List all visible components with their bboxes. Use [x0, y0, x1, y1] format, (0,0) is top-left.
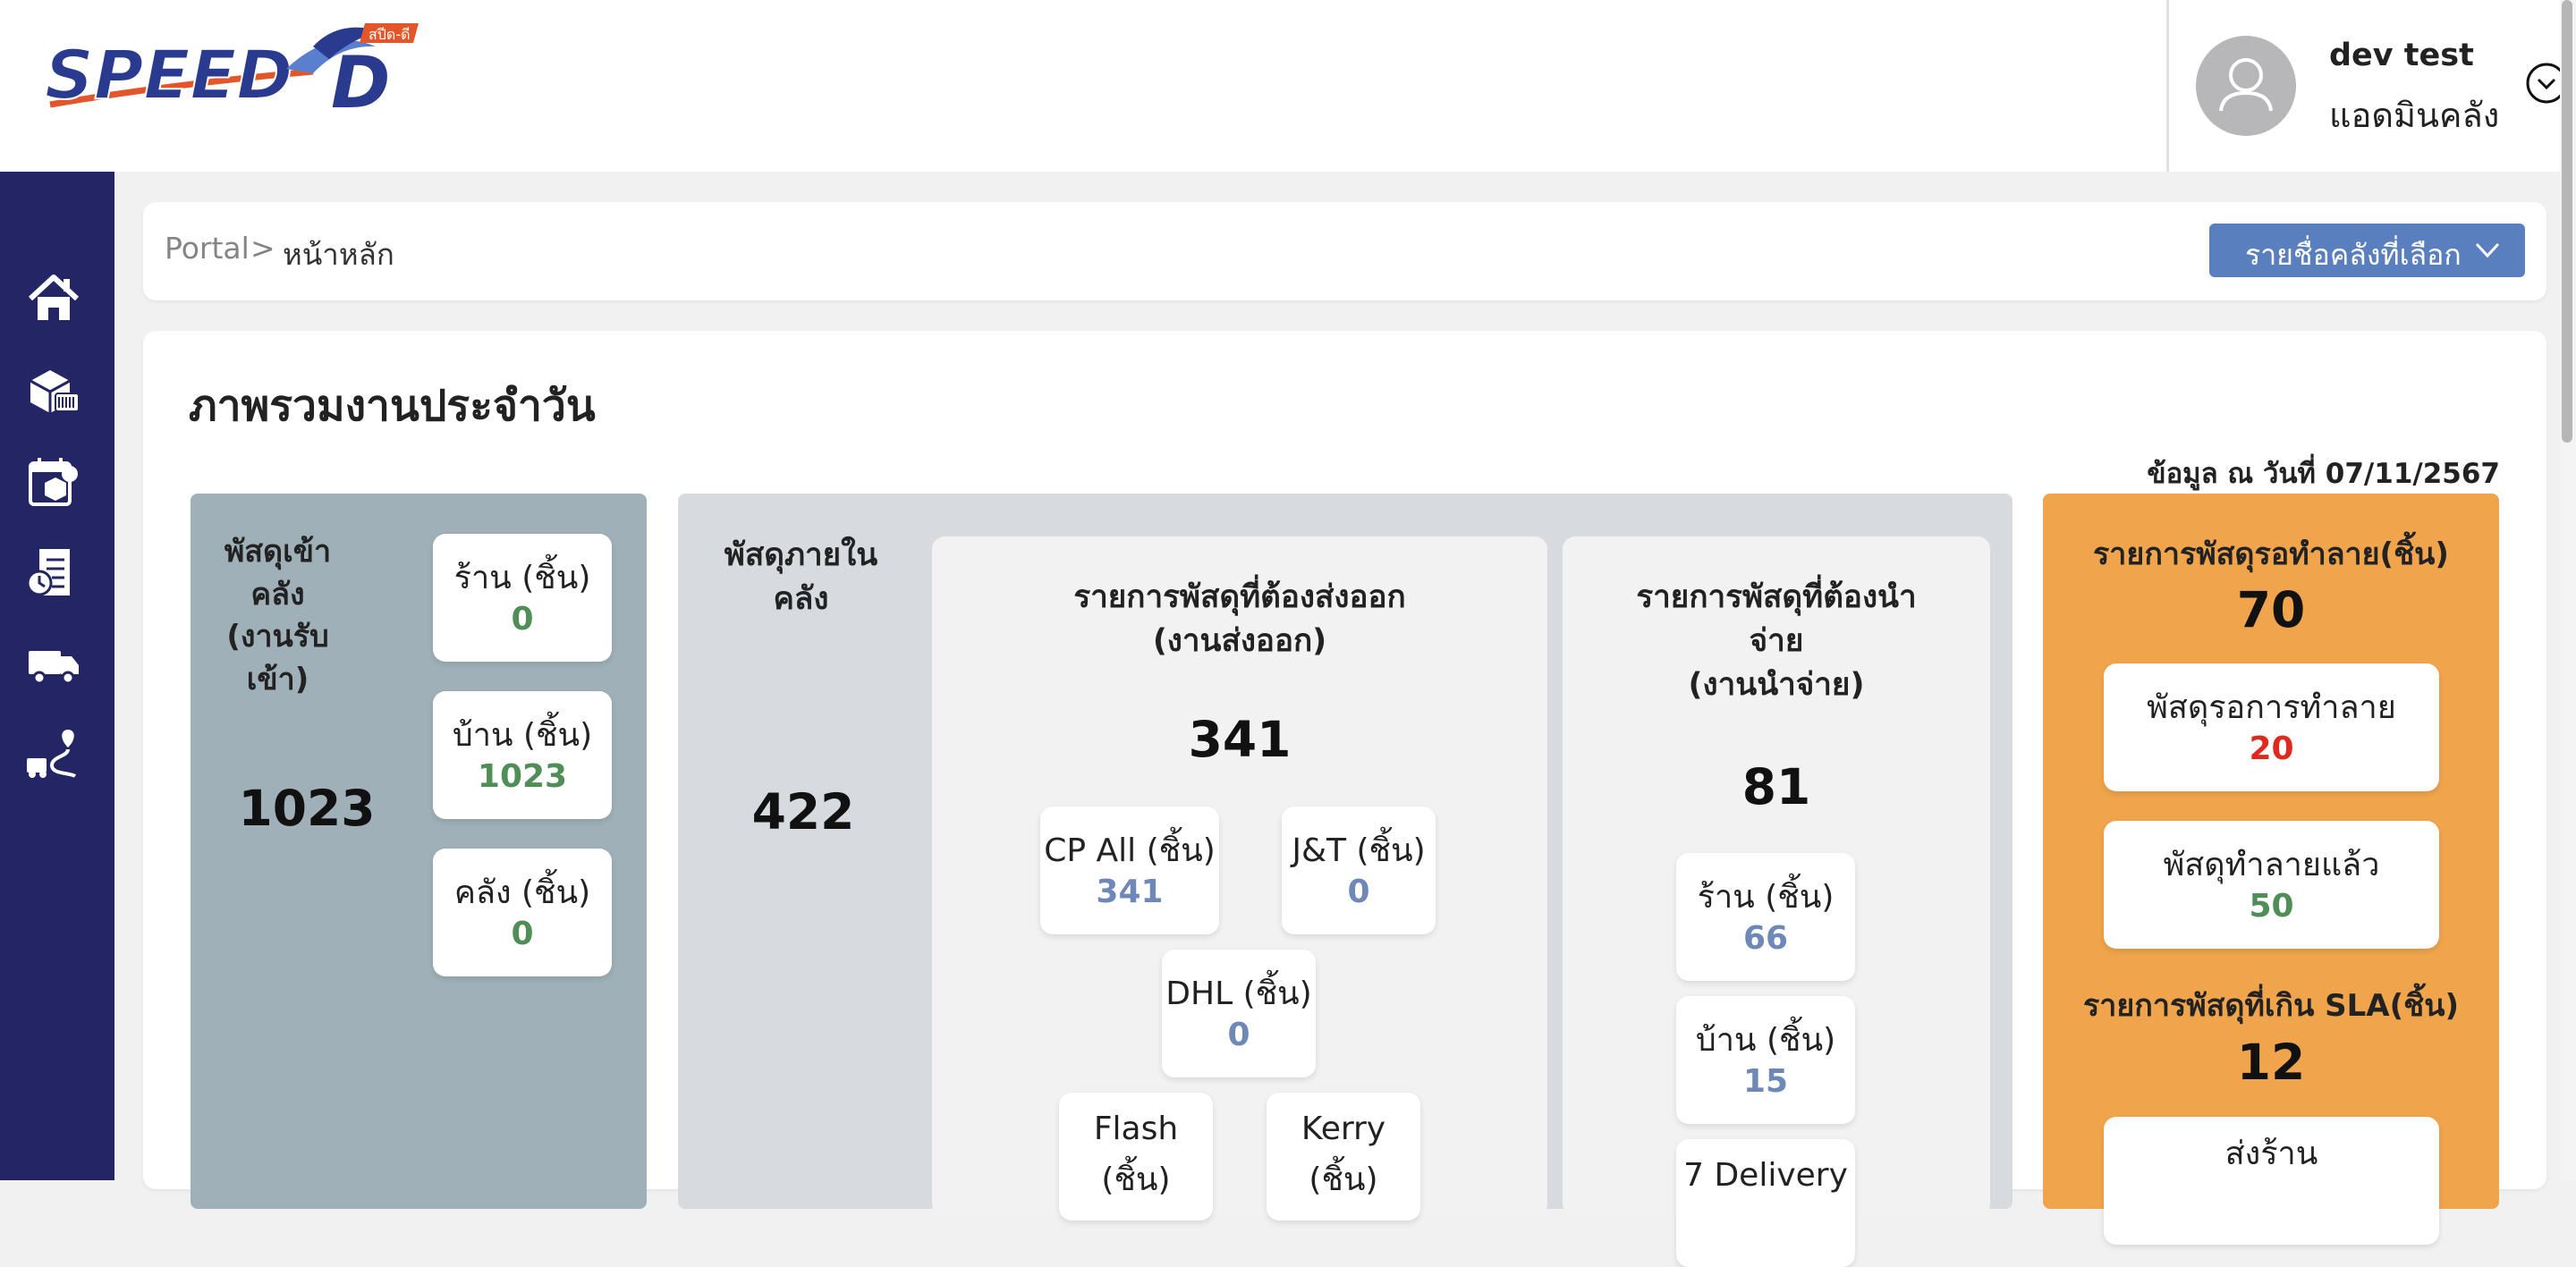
- card-value: 20: [2249, 731, 2294, 767]
- warehouse-select-button[interactable]: รายชื่อคลังที่เลือก: [2209, 224, 2525, 277]
- breadcrumb-separator: >: [250, 231, 275, 266]
- distribution-label-line2: จ่าย: [1749, 623, 1804, 659]
- card-value: 50: [2249, 888, 2294, 925]
- in-warehouse-label-line2: คลัง: [773, 581, 829, 617]
- outbound-card-cpall[interactable]: CP All (ชิ้น) 341: [1040, 807, 1219, 934]
- distribution-section: รายการพัสดุที่ต้องนำ จ่าย (งานนำจ่าย) 81…: [1563, 536, 1990, 1267]
- inbound-label-line1: พัสดุเข้าคลัง: [224, 534, 332, 612]
- user-avatar[interactable]: [2196, 36, 2296, 136]
- warehouse-select-label: รายชื่อคลังที่เลือก: [2245, 238, 2462, 272]
- in-warehouse-total: 422: [751, 783, 855, 840]
- destroy-label: รายการพัสดุรอทำลาย(ชิ้น): [2093, 536, 2449, 572]
- in-warehouse-label: พัสดุภายใน คลัง: [723, 534, 879, 621]
- route-truck-icon: [27, 730, 77, 778]
- card-label-unit: (ชิ้น): [1101, 1161, 1171, 1198]
- sidebar-item-delivery-truck[interactable]: [25, 635, 82, 692]
- card-value: 0: [511, 601, 534, 638]
- user-icon: [2219, 58, 2273, 112]
- breadcrumb-current: หน้าหลัก: [283, 237, 394, 272]
- outbound-section: รายการพัสดุที่ต้องส่งออก (งานส่งออก) 341…: [932, 536, 1547, 1221]
- distribution-total: 81: [1741, 758, 1811, 815]
- data-as-of-date: ข้อมูล ณ วันที่ 07/11/2567: [2147, 458, 2500, 490]
- card-label: DHL (ชิ้น): [1165, 976, 1312, 1012]
- distribution-label: รายการพัสดุที่ต้องนำ จ่าย (งานนำจ่าย): [1563, 576, 1990, 707]
- user-role: แอดมินคลัง: [2329, 96, 2500, 135]
- top-bar: SPEED D สปีด-ดี dev test แอดมินคลัง: [0, 0, 2576, 172]
- outbound-label: รายการพัสดุที่ต้องส่งออก (งานส่งออก): [932, 576, 1547, 663]
- card-value: 0: [511, 916, 534, 952]
- destroy-total: 70: [2236, 581, 2306, 638]
- page-title: ภาพรวมงานประจำวัน: [189, 381, 596, 431]
- outbound-card-kerry[interactable]: Kerry (ชิ้น): [1267, 1093, 1420, 1221]
- inbound-label-line2: (งานรับเข้า): [226, 619, 329, 697]
- card-label: Flash: [1093, 1111, 1179, 1147]
- outbound-total: 341: [1188, 711, 1292, 768]
- svg-text:SPEED: SPEED: [45, 35, 292, 114]
- outbound-card-jnt[interactable]: J&T (ชิ้น) 0: [1282, 807, 1436, 934]
- card-label: 7 Delivery: [1683, 1157, 1848, 1194]
- card-label: J&T (ชิ้น): [1292, 832, 1426, 869]
- sidebar-item-home[interactable]: [25, 270, 82, 327]
- sidebar-item-report-clock[interactable]: [25, 544, 82, 601]
- inbound-label: พัสดุเข้าคลัง (งานรับเข้า): [208, 531, 347, 701]
- logo-sub-text: สปีด-ดี: [369, 26, 410, 43]
- card-label: พัสดุทำลายแล้ว: [2163, 847, 2380, 883]
- daily-overview-panel: ภาพรวมงานประจำวัน ข้อมูล ณ วันที่ 07/11/…: [143, 331, 2546, 1267]
- user-name: dev test: [2329, 38, 2474, 73]
- distribution-label-line3: (งานนำจ่าย): [1688, 667, 1865, 703]
- chevron-down-icon: [2475, 242, 2500, 258]
- destroy-card-pending[interactable]: พัสดุรอการทำลาย 20: [2104, 663, 2439, 791]
- card-label: คลัง (ชิ้น): [453, 874, 591, 911]
- inbound-card-store[interactable]: ร้าน (ชิ้น) 0: [433, 534, 612, 662]
- card-label: CP All (ชิ้น): [1044, 832, 1216, 869]
- distribution-card-store[interactable]: ร้าน (ชิ้น) 66: [1676, 853, 1855, 981]
- sla-total: 12: [2236, 1034, 2306, 1091]
- card-label: ร้าน (ชิ้น): [453, 560, 591, 596]
- scrollbar-thumb[interactable]: [2562, 0, 2572, 443]
- calendar-package-icon: [29, 458, 78, 506]
- outbound-label-line2: (งานส่งออก): [1152, 623, 1327, 659]
- user-divider: [2166, 0, 2169, 172]
- report-clock-icon: [26, 549, 70, 596]
- card-value: 1023: [477, 758, 568, 795]
- sla-label: รายการพัสดุที่เกิน SLA(ชิ้น): [2082, 988, 2460, 1024]
- sidebar: [0, 172, 114, 1180]
- distribution-card-7delivery[interactable]: 7 Delivery: [1676, 1139, 1855, 1267]
- inbound-total: 1023: [238, 780, 376, 837]
- sidebar-item-calendar-package[interactable]: [25, 452, 82, 510]
- sidebar-item-route-truck[interactable]: [25, 726, 82, 783]
- inbound-card-home[interactable]: บ้าน (ชิ้น) 1023: [433, 691, 612, 819]
- card-label: ร้าน (ชิ้น): [1697, 879, 1835, 916]
- outbound-label-line1: รายการพัสดุที่ต้องส่งออก: [1073, 579, 1406, 615]
- speed-d-logo[interactable]: SPEED D สปีด-ดี: [44, 20, 420, 124]
- card-value: 15: [1742, 1063, 1789, 1100]
- destroy-section: รายการพัสดุรอทำลาย(ชิ้น) 70 พัสดุรอการทำ…: [2043, 494, 2499, 1245]
- card-label: Kerry: [1301, 1111, 1386, 1147]
- card-label: บ้าน (ชิ้น): [452, 717, 593, 754]
- parcel-scan-icon: [30, 370, 80, 413]
- card-label: บ้าน (ชิ้น): [1695, 1022, 1836, 1059]
- outbound-card-flash[interactable]: Flash (ชิ้น): [1059, 1093, 1213, 1221]
- delivery-truck-icon: [29, 651, 79, 685]
- breadcrumb: Portal > หน้าหลัก รายชื่อคลังที่เลือก: [143, 202, 2546, 300]
- sla-card-store[interactable]: ส่งร้าน: [2104, 1117, 2439, 1245]
- card-value: 341: [1096, 874, 1164, 910]
- card-value: 66: [1742, 920, 1789, 957]
- destroy-card-done[interactable]: พัสดุทำลายแล้ว 50: [2104, 821, 2439, 949]
- card-label: พัสดุรอการทำลาย: [2147, 689, 2396, 726]
- card-value: 0: [1227, 1017, 1250, 1053]
- card-label: ส่งร้าน: [2224, 1136, 2318, 1172]
- card-value: 0: [1347, 874, 1370, 910]
- card-label-unit: (ชิ้น): [1309, 1161, 1378, 1198]
- outbound-card-dhl[interactable]: DHL (ชิ้น) 0: [1162, 950, 1316, 1077]
- distribution-label-line1: รายการพัสดุที่ต้องนำ: [1636, 579, 1917, 615]
- inbound-card-warehouse[interactable]: คลัง (ชิ้น) 0: [433, 849, 612, 976]
- svg-text:D: D: [331, 41, 390, 118]
- distribution-card-home[interactable]: บ้าน (ชิ้น) 15: [1676, 996, 1855, 1124]
- breadcrumb-portal-link[interactable]: Portal: [165, 231, 250, 266]
- inbound-section: พัสดุเข้าคลัง (งานรับเข้า) 1023 ร้าน (ชิ…: [191, 494, 647, 1209]
- home-icon: [28, 275, 80, 320]
- sidebar-item-parcel-scan[interactable]: [25, 361, 82, 418]
- in-warehouse-label-line1: พัสดุภายใน: [724, 537, 878, 573]
